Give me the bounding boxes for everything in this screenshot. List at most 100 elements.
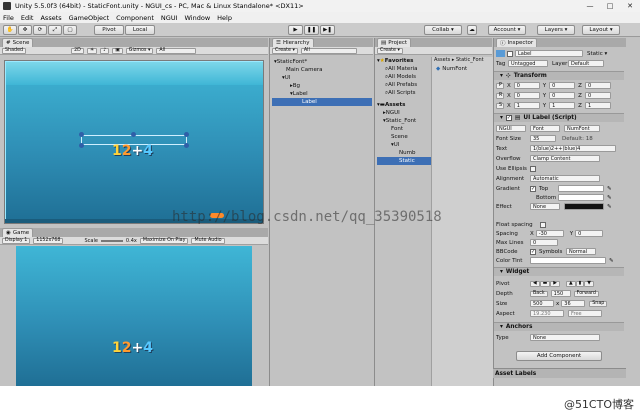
tab-game[interactable]: ◉ Game bbox=[2, 228, 34, 237]
menu-gameobject[interactable]: GameObject bbox=[69, 14, 110, 22]
menu-assets[interactable]: Assets bbox=[40, 14, 61, 22]
project-create-dropdown[interactable]: Create ▾ bbox=[377, 47, 403, 54]
transform-section-header[interactable]: ▾ ⊹ Transform bbox=[494, 71, 624, 80]
favorites-header[interactable]: ▾ ★ Favorites bbox=[377, 57, 431, 65]
font-kind-dropdown[interactable]: Font bbox=[530, 125, 560, 132]
account-dropdown[interactable]: Account ▾ bbox=[488, 25, 526, 35]
pivot-middle-button[interactable]: ▮ bbox=[575, 280, 585, 287]
depth-field[interactable]: 150 bbox=[550, 290, 571, 297]
scale-tool-icon[interactable]: ⤢ bbox=[48, 25, 62, 35]
pivot-right-button[interactable]: ▶ bbox=[550, 280, 560, 287]
snap-button[interactable]: Snap bbox=[589, 300, 608, 307]
component-enabled-checkbox[interactable]: ✓ bbox=[505, 115, 512, 121]
rotation-y-field[interactable]: 0 bbox=[549, 92, 576, 99]
collab-dropdown[interactable]: Collab ▾ bbox=[424, 25, 462, 35]
size-height-field[interactable]: 36 bbox=[561, 300, 586, 307]
shading-dropdown[interactable]: Shaded bbox=[2, 47, 27, 54]
active-checkbox[interactable] bbox=[507, 50, 513, 57]
position-z-field[interactable]: 0 bbox=[584, 82, 611, 89]
gradient-top-color[interactable] bbox=[558, 185, 604, 192]
hierarchy-item-ui[interactable]: ▾ UI bbox=[272, 74, 372, 82]
widget-section-header[interactable]: ▾ Widget bbox=[494, 267, 624, 276]
spacing-x-field[interactable]: -30 bbox=[535, 230, 564, 237]
asset-labels-bar[interactable]: Asset Labels bbox=[493, 368, 626, 378]
local-toggle[interactable]: Local bbox=[125, 25, 155, 35]
move-tool-icon[interactable]: ✥ bbox=[18, 25, 32, 35]
asset-file-numfont[interactable]: ◆ NumFont bbox=[432, 65, 493, 73]
eyedropper-icon[interactable]: ✎ bbox=[609, 258, 614, 264]
asset-folder[interactable]: Numb bbox=[377, 149, 431, 157]
effect-color[interactable] bbox=[564, 203, 604, 210]
lighting-toggle-icon[interactable]: ☀ bbox=[86, 47, 98, 54]
asset-folder[interactable]: ▾ UI bbox=[377, 141, 431, 149]
eyedropper-icon[interactable]: ✎ bbox=[607, 186, 612, 192]
hierarchy-item-scene[interactable]: ▾ StaticFont* bbox=[272, 58, 372, 66]
asset-folder[interactable]: ▾ Static_Font bbox=[377, 117, 431, 125]
asset-folder[interactable]: ▸ NGUI bbox=[377, 109, 431, 117]
eyedropper-icon[interactable]: ✎ bbox=[607, 195, 612, 201]
overflow-dropdown[interactable]: Clamp Content bbox=[530, 155, 600, 162]
add-component-button[interactable]: Add Component bbox=[516, 351, 602, 361]
hierarchy-item-label-parent[interactable]: ▾ Label bbox=[272, 90, 372, 98]
menu-edit[interactable]: Edit bbox=[21, 14, 34, 22]
hierarchy-item-bg[interactable]: ▸ Bg bbox=[272, 82, 372, 90]
scene-search-input[interactable]: All bbox=[156, 47, 197, 54]
audio-toggle-icon[interactable]: ♪ bbox=[100, 47, 110, 54]
favorite-item[interactable]: ⌕ All Scripts bbox=[377, 89, 431, 97]
pivot-left-button[interactable]: ◀ bbox=[530, 280, 540, 287]
scale-y-field[interactable]: 1 bbox=[549, 102, 576, 109]
symbols-dropdown[interactable]: Normal bbox=[566, 248, 596, 255]
position-x-field[interactable]: 0 bbox=[513, 82, 540, 89]
anchor-type-dropdown[interactable]: None bbox=[530, 334, 600, 341]
menu-file[interactable]: File bbox=[3, 14, 14, 22]
aspect-mode-dropdown[interactable]: Free bbox=[568, 310, 602, 317]
scene-view[interactable]: 1 2 + 4 bbox=[4, 60, 264, 224]
display-dropdown[interactable]: Display 1 bbox=[2, 237, 31, 244]
depth-forward-button[interactable]: Forward bbox=[573, 290, 599, 297]
layout-dropdown[interactable]: Layout ▾ bbox=[582, 25, 620, 35]
tag-dropdown[interactable]: Untagged bbox=[508, 60, 548, 67]
hierarchy-item-label-selected[interactable]: Label bbox=[272, 98, 372, 106]
maximize-button[interactable]: □ bbox=[600, 0, 620, 12]
menu-component[interactable]: Component bbox=[116, 14, 154, 22]
gizmos-dropdown[interactable]: Gizmos ▾ bbox=[125, 47, 154, 54]
depth-back-button[interactable]: Back bbox=[530, 290, 548, 297]
menu-window[interactable]: Window bbox=[185, 14, 211, 22]
tab-scene[interactable]: # Scene bbox=[2, 38, 34, 47]
tab-hierarchy[interactable]: ☰ Hierarchy bbox=[272, 38, 314, 47]
handle-bottom-left[interactable] bbox=[79, 143, 84, 148]
favorite-item[interactable]: ⌕ All Models bbox=[377, 73, 431, 81]
rotation-reset-button[interactable]: R bbox=[496, 92, 504, 99]
layers-dropdown[interactable]: Layers ▾ bbox=[537, 25, 575, 35]
hierarchy-item-main-camera[interactable]: Main Camera bbox=[272, 66, 372, 74]
pivot-center-button[interactable]: ▬ bbox=[539, 280, 551, 287]
handle-top[interactable] bbox=[131, 132, 136, 137]
handle-bottom-right[interactable] bbox=[184, 143, 189, 148]
favorite-item[interactable]: ⌕ All Prefabs bbox=[377, 81, 431, 89]
favorite-item[interactable]: ⌕ All Materia bbox=[377, 65, 431, 73]
font-size-field[interactable]: 35 bbox=[530, 135, 556, 142]
handle-top-right[interactable] bbox=[184, 132, 189, 137]
step-button[interactable]: ▶❚ bbox=[320, 25, 335, 35]
hand-tool-icon[interactable]: ✋ bbox=[3, 25, 17, 35]
pause-button[interactable]: ❚❚ bbox=[304, 25, 319, 35]
rotate-tool-icon[interactable]: ⟳ bbox=[33, 25, 47, 35]
hierarchy-search-input[interactable]: All bbox=[300, 47, 357, 54]
spacing-y-field[interactable]: 0 bbox=[575, 230, 604, 237]
menu-ngui[interactable]: NGUI bbox=[161, 14, 178, 22]
scale-slider[interactable] bbox=[100, 239, 123, 242]
rotation-z-field[interactable]: 0 bbox=[584, 92, 611, 99]
anchors-section-header[interactable]: ▾ Anchors bbox=[494, 322, 624, 331]
layer-dropdown[interactable]: Default bbox=[568, 60, 604, 67]
cloud-icon[interactable]: ☁ bbox=[467, 25, 477, 35]
close-button[interactable]: ✕ bbox=[620, 0, 640, 12]
position-y-field[interactable]: 0 bbox=[549, 82, 576, 89]
label-text-field[interactable]: 1(blue)2++(blue)4 bbox=[530, 145, 616, 152]
game-view[interactable]: 1 2 + 4 bbox=[16, 246, 252, 386]
tab-inspector[interactable]: ⓘ Inspector bbox=[496, 38, 538, 47]
toggle-2d[interactable]: 2D bbox=[71, 47, 84, 54]
size-width-field[interactable]: 500 bbox=[530, 300, 554, 307]
effects-toggle-icon[interactable]: ▣ bbox=[112, 47, 123, 54]
tab-project[interactable]: ▤ Project bbox=[377, 38, 412, 47]
minimize-button[interactable]: — bbox=[580, 0, 600, 12]
